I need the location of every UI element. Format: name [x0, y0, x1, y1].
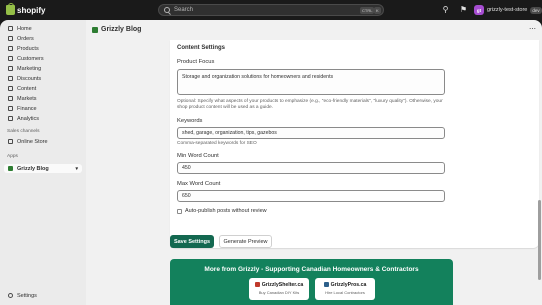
pin-icon[interactable]: ⚲ [441, 5, 450, 14]
sidebar-item-label: Marketing [17, 65, 42, 72]
avatar: gt [474, 5, 484, 15]
card-subtitle: Hire Local Contractors [325, 290, 365, 295]
page-title: Grizzly Blog [92, 26, 141, 33]
wrench-icon [323, 282, 329, 288]
sidebar-item-label: Orders [17, 35, 34, 42]
app-header: Grizzly Blog ⋯ [86, 20, 542, 40]
sidebar-item-label: Products [17, 45, 39, 52]
shopify-bag-icon [6, 3, 15, 15]
search-icon [164, 7, 170, 13]
tag-icon [8, 46, 13, 51]
search-input[interactable]: Search CTRL K [158, 4, 384, 16]
keywords-label: Keywords [177, 118, 203, 124]
store-name: grizzly-test-store [487, 7, 528, 13]
top-bar: shopify Search CTRL K ⚲ ⚑ gt grizzly-tes… [0, 0, 542, 20]
banner-title: More from Grizzly - Supporting Canadian … [204, 266, 419, 273]
sidebar-item-analytics[interactable]: Analytics [4, 114, 82, 123]
card-title: GrizzlyShelter.ca [261, 282, 304, 288]
section-title: Content Settings [177, 45, 225, 51]
sidebar-item-content[interactable]: Content [4, 84, 82, 93]
inbox-icon [8, 36, 13, 41]
apps-label: Apps [7, 154, 18, 159]
sidebar-item-label: Settings [17, 292, 37, 299]
sidebar-item-products[interactable]: Products [4, 44, 82, 53]
bank-icon [8, 106, 13, 111]
content-settings-card: Content Settings Product Focus Storage a… [170, 40, 539, 248]
min-word-count-label: Min Word Count [177, 153, 219, 159]
min-word-count-value: 450 [182, 165, 191, 171]
scrollbar[interactable] [538, 200, 541, 280]
app-logo-icon [92, 26, 98, 33]
auto-publish-label: Auto-publish posts without review [185, 208, 267, 214]
max-word-count-input[interactable]: 650 [177, 190, 445, 202]
dev-badge: dev [530, 6, 542, 14]
sidebar-item-grizzly-blog[interactable]: Grizzly Blog ▾ [4, 164, 82, 173]
store-icon [8, 139, 13, 144]
flag-icon [254, 282, 260, 288]
product-focus-value: Storage and organization solutions for h… [182, 74, 334, 80]
sidebar-item-label: Customers [17, 55, 44, 62]
sidebar-item-label: Online Store [17, 138, 48, 145]
auto-publish-checkbox[interactable] [177, 208, 182, 214]
max-word-count-value: 650 [182, 193, 191, 199]
max-word-count-label: Max Word Count [177, 181, 221, 187]
sidebar-item-markets[interactable]: Markets [4, 94, 82, 103]
product-focus-label: Product Focus [177, 59, 215, 65]
min-word-count-input[interactable]: 450 [177, 162, 445, 174]
sidebar: Home Orders Products Customers Marketing… [0, 20, 86, 305]
sidebar-item-home[interactable]: Home [4, 24, 82, 33]
home-icon [8, 26, 13, 31]
sidebar-item-orders[interactable]: Orders [4, 34, 82, 43]
sidebar-item-label: Content [17, 85, 37, 92]
grizzly-shelter-card[interactable]: GrizzlyShelter.ca Buy Canadian DIY Kits [249, 278, 309, 300]
promo-banner: More from Grizzly - Supporting Canadian … [170, 259, 453, 305]
main-content: Grizzly Blog ⋯ Content Settings Product … [86, 20, 542, 305]
target-icon [8, 66, 13, 71]
sidebar-item-label: Grizzly Blog [17, 165, 49, 172]
card-subtitle: Buy Canadian DIY Kits [258, 290, 300, 295]
grizzly-pros-card[interactable]: GrizzlyPros.ca Hire Local Contractors [315, 278, 375, 300]
sidebar-item-label: Discounts [17, 75, 42, 82]
sidebar-item-marketing[interactable]: Marketing [4, 64, 82, 73]
person-icon [8, 56, 13, 61]
auto-publish-checkbox-row[interactable]: Auto-publish posts without review [177, 208, 267, 214]
brand-name: shopify [17, 5, 46, 15]
bell-icon[interactable]: ⚑ [459, 5, 468, 14]
app-title-text: Grizzly Blog [101, 26, 142, 33]
product-focus-textarea[interactable]: Storage and organization solutions for h… [177, 69, 445, 95]
file-icon [8, 86, 13, 91]
keywords-value: shed, garage, organization, tips, gazebo… [182, 130, 277, 136]
search-placeholder: Search [174, 7, 194, 13]
keywords-help: Comma-separated keywords for SEO [177, 141, 257, 146]
chart-icon [8, 116, 13, 121]
card-title: GrizzlyPros.ca [330, 282, 367, 288]
sidebar-item-label: Home [17, 25, 32, 32]
sidebar-item-finance[interactable]: Finance [4, 104, 82, 113]
save-settings-button[interactable]: Save Settings [170, 235, 214, 248]
sidebar-item-discounts[interactable]: Discounts [4, 74, 82, 83]
sidebar-item-label: Markets [17, 95, 37, 102]
sidebar-item-label: Finance [17, 105, 37, 112]
sidebar-item-settings[interactable]: Settings [4, 291, 82, 300]
globe-icon [8, 96, 13, 101]
app-icon [8, 166, 13, 171]
gear-icon [8, 293, 13, 298]
store-menu[interactable]: gt grizzly-test-store dev [474, 4, 542, 16]
chevron-icon: ▾ [75, 165, 78, 172]
product-focus-help: Optional: Specify what aspects of your p… [177, 99, 443, 110]
keywords-input[interactable]: shed, garage, organization, tips, gazebo… [177, 127, 445, 139]
sidebar-item-label: Analytics [17, 115, 40, 122]
shopify-logo[interactable]: shopify [6, 3, 46, 15]
shortcut-k: K [374, 7, 381, 14]
shortcut-ctrl: CTRL [360, 7, 375, 14]
sales-channels-label: Sales channels [7, 129, 40, 134]
more-actions-icon[interactable]: ⋯ [529, 25, 536, 33]
sidebar-item-customers[interactable]: Customers [4, 54, 82, 63]
generate-preview-button[interactable]: Generate Preview [219, 235, 272, 248]
sidebar-item-online-store[interactable]: Online Store [4, 137, 82, 146]
discount-icon [8, 76, 13, 81]
